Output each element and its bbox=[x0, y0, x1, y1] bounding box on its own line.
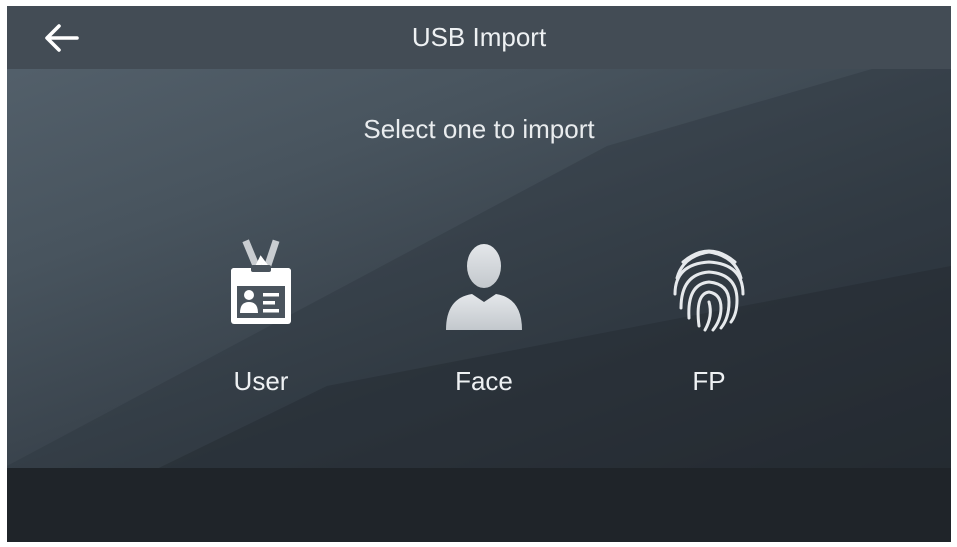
bottom-band bbox=[7, 468, 951, 542]
usb-import-screen: USB Import Select one to import User Fac… bbox=[7, 6, 951, 542]
option-label-user: User bbox=[233, 366, 289, 396]
fp-option[interactable]: FP bbox=[639, 238, 779, 408]
person-silhouette-icon bbox=[446, 244, 522, 330]
option-label-face: Face bbox=[455, 366, 513, 396]
page-title: USB Import bbox=[411, 22, 547, 52]
user-option[interactable]: User bbox=[191, 238, 331, 408]
id-card-icon bbox=[231, 239, 291, 324]
header-bar: USB Import bbox=[7, 6, 951, 69]
fingerprint-icon bbox=[673, 249, 745, 332]
arrow-left-icon bbox=[45, 24, 79, 52]
select-prompt: Select one to import bbox=[363, 114, 595, 144]
option-label-fp: FP bbox=[692, 366, 726, 396]
back-button[interactable] bbox=[39, 18, 83, 58]
face-option[interactable]: Face bbox=[414, 238, 554, 408]
